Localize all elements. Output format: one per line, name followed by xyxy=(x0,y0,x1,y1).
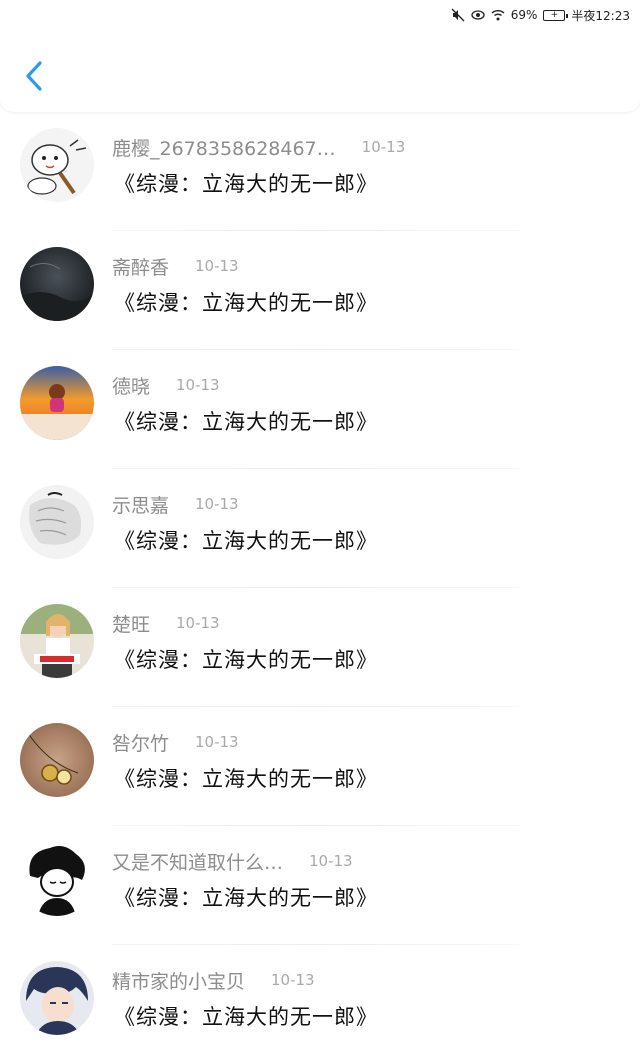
timestamp: 10-13 xyxy=(361,138,406,156)
user-name: 斋醉香 xyxy=(112,256,170,279)
user-name: 咎尔竹 xyxy=(112,732,170,755)
eye-icon xyxy=(471,8,485,22)
message-text: 《综漫：立海大的无一郎》 xyxy=(114,886,378,910)
timestamp: 10-13 xyxy=(176,376,220,394)
list-item[interactable]: 德晓 10-13 《综漫：立海大的无一郎》 xyxy=(0,350,640,469)
timestamp: 10-13 xyxy=(195,257,239,275)
message-list: 鹿樱_2678358628467… 10-13 《综漫：立海大的无一郎》 斋醉香… xyxy=(0,112,640,1064)
message-text: 《综漫：立海大的无一郎》 xyxy=(114,648,378,672)
list-item[interactable]: 鹿樱_2678358628467… 10-13 《综漫：立海大的无一郎》 xyxy=(0,112,640,231)
avatar[interactable] xyxy=(20,128,94,202)
user-name: 又是不知道取什么… xyxy=(112,851,284,874)
user-name: 示思嘉 xyxy=(112,494,170,517)
user-name: 德晓 xyxy=(112,375,151,398)
avatar[interactable] xyxy=(20,723,94,797)
mute-icon xyxy=(451,8,465,22)
message-text: 《综漫：立海大的无一郎》 xyxy=(114,172,378,196)
user-name: 精市家的小宝贝 xyxy=(112,970,246,993)
wifi-icon xyxy=(491,8,505,22)
avatar[interactable] xyxy=(20,247,94,321)
message-text: 《综漫：立海大的无一郎》 xyxy=(114,291,378,315)
chevron-left-icon xyxy=(26,61,42,91)
timestamp: 10-13 xyxy=(271,971,315,989)
user-name: 鹿樱_2678358628467… xyxy=(112,137,336,160)
avatar[interactable] xyxy=(20,842,94,916)
avatar[interactable] xyxy=(20,366,94,440)
message-text: 《综漫：立海大的无一郎》 xyxy=(114,529,378,553)
avatar[interactable] xyxy=(20,485,94,559)
list-item[interactable]: 又是不知道取什么… 10-13 《综漫：立海大的无一郎》 xyxy=(0,826,640,945)
timestamp: 10-13 xyxy=(309,852,353,870)
battery-percent: 69% xyxy=(510,8,538,22)
timestamp: 10-13 xyxy=(195,733,239,751)
timestamp: 10-13 xyxy=(195,495,239,513)
list-item[interactable]: 示思嘉 10-13 《综漫：立海大的无一郎》 xyxy=(0,469,640,588)
timestamp: 10-13 xyxy=(176,614,220,632)
message-text: 《综漫：立海大的无一郎》 xyxy=(114,1005,378,1029)
list-item[interactable]: 斋醉香 10-13 《综漫：立海大的无一郎》 xyxy=(0,231,640,350)
clock: 半夜12:23 xyxy=(571,8,630,23)
list-item[interactable]: 咎尔竹 10-13 《综漫：立海大的无一郎》 xyxy=(0,707,640,826)
message-text: 《综漫：立海大的无一郎》 xyxy=(114,767,378,791)
list-item[interactable]: 楚旺 10-13 《综漫：立海大的无一郎》 xyxy=(0,588,640,707)
back-button[interactable] xyxy=(18,56,54,96)
avatar[interactable] xyxy=(20,604,94,678)
message-text: 《综漫：立海大的无一郎》 xyxy=(114,410,378,434)
battery-icon: + xyxy=(543,9,569,21)
status-bar: 69% + 半夜12:23 xyxy=(0,0,640,30)
user-name: 楚旺 xyxy=(112,613,151,636)
list-item[interactable]: 精市家的小宝贝 10-13 《综漫：立海大的无一郎》 xyxy=(0,945,640,1064)
